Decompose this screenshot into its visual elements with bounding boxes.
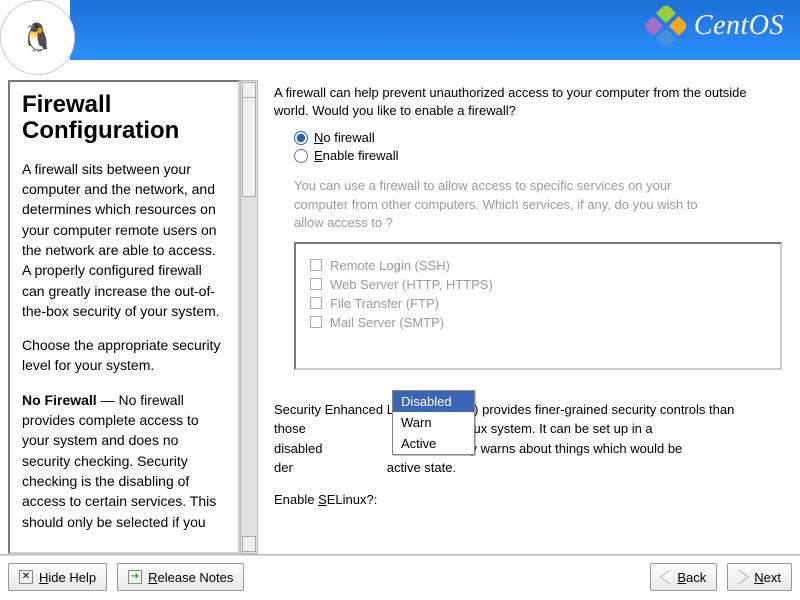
- release-notes-label: Release Notes: [148, 570, 233, 585]
- help-scrollbar[interactable]: [240, 80, 258, 554]
- centos-logo: CentOS: [646, 6, 784, 46]
- distro-mascot-circle: 🐧: [0, 0, 75, 75]
- services-list: Remote Login (SSH) Web Server (HTTP, HTT…: [294, 242, 782, 370]
- release-notes-icon: ➜: [128, 570, 142, 584]
- radio-no-firewall[interactable]: No firewall: [294, 130, 782, 145]
- brand-text: CentOS: [694, 10, 784, 42]
- hide-help-button[interactable]: ✕ Hide Help: [8, 563, 107, 591]
- help-panel: Firewall Configuration A firewall sits b…: [8, 80, 240, 554]
- firewall-intro: A firewall can help prevent unauthorized…: [274, 84, 782, 120]
- selinux-description: Security Enhanced Linux (SELinux) provid…: [274, 400, 754, 478]
- service-smtp-label: Mail Server (SMTP): [330, 315, 444, 330]
- checkbox-icon: [310, 297, 322, 309]
- services-intro: You can use a firewall to allow access t…: [294, 177, 724, 232]
- help-para-2: Choose the appropriate security level fo…: [22, 335, 226, 376]
- service-smtp: Mail Server (SMTP): [310, 315, 766, 330]
- back-button[interactable]: Back: [650, 563, 717, 591]
- radio-enable-firewall[interactable]: Enable firewall: [294, 148, 782, 163]
- footer-bar: ✕ Hide Help ➜ Release Notes Back Next: [8, 560, 792, 594]
- dropdown-item-active[interactable]: Active: [393, 433, 474, 454]
- main-content: A firewall can help prevent unauthorized…: [264, 80, 792, 554]
- radio-no-firewall-input[interactable]: [294, 131, 308, 145]
- back-label: Back: [677, 570, 706, 585]
- firewall-radio-group: No firewall Enable firewall: [294, 130, 782, 163]
- help-para-3-label: No Firewall: [22, 392, 97, 408]
- checkbox-icon: [310, 278, 322, 290]
- service-ftp: File Transfer (FTP): [310, 296, 766, 311]
- centos-badge-icon: [646, 6, 686, 46]
- help-title: Firewall Configuration: [22, 92, 226, 145]
- radio-enable-firewall-input[interactable]: [294, 149, 308, 163]
- footer-separator: [0, 554, 800, 556]
- selinux-enable-label: Enable SELinux?:: [274, 492, 782, 507]
- radio-no-firewall-label: No firewall: [314, 130, 375, 145]
- service-http-label: Web Server (HTTP, HTTPS): [330, 277, 493, 292]
- hide-help-label: Hide Help: [39, 570, 96, 585]
- help-panel-wrap: Firewall Configuration A firewall sits b…: [8, 80, 258, 554]
- next-label: Next: [754, 570, 781, 585]
- services-block: You can use a firewall to allow access t…: [294, 177, 782, 370]
- next-button[interactable]: Next: [727, 563, 792, 591]
- top-bar: 🐧 CentOS: [0, 0, 800, 70]
- help-para-3-rest: — No firewall provides complete access t…: [22, 392, 216, 530]
- service-ftp-label: File Transfer (FTP): [330, 296, 439, 311]
- checkbox-icon: [310, 259, 322, 271]
- radio-enable-firewall-label: Enable firewall: [314, 148, 399, 163]
- checkbox-icon: [310, 316, 322, 328]
- arrow-left-icon: [661, 570, 671, 584]
- penguin-icon: 🐧: [20, 21, 55, 54]
- help-para-3: No Firewall — No firewall provides compl…: [22, 390, 226, 532]
- help-para-1: A firewall sits between your computer an…: [22, 159, 226, 321]
- dropdown-item-disabled[interactable]: Disabled: [393, 391, 474, 412]
- scrollbar-thumb[interactable]: [242, 97, 256, 197]
- arrow-right-icon: [738, 570, 748, 584]
- hide-help-icon: ✕: [19, 570, 33, 584]
- service-ssh-label: Remote Login (SSH): [330, 258, 450, 273]
- service-http: Web Server (HTTP, HTTPS): [310, 277, 766, 292]
- selinux-dropdown[interactable]: Disabled Warn Active: [392, 390, 475, 455]
- service-ssh: Remote Login (SSH): [310, 258, 766, 273]
- dropdown-item-warn[interactable]: Warn: [393, 412, 474, 433]
- release-notes-button[interactable]: ➜ Release Notes: [117, 563, 244, 591]
